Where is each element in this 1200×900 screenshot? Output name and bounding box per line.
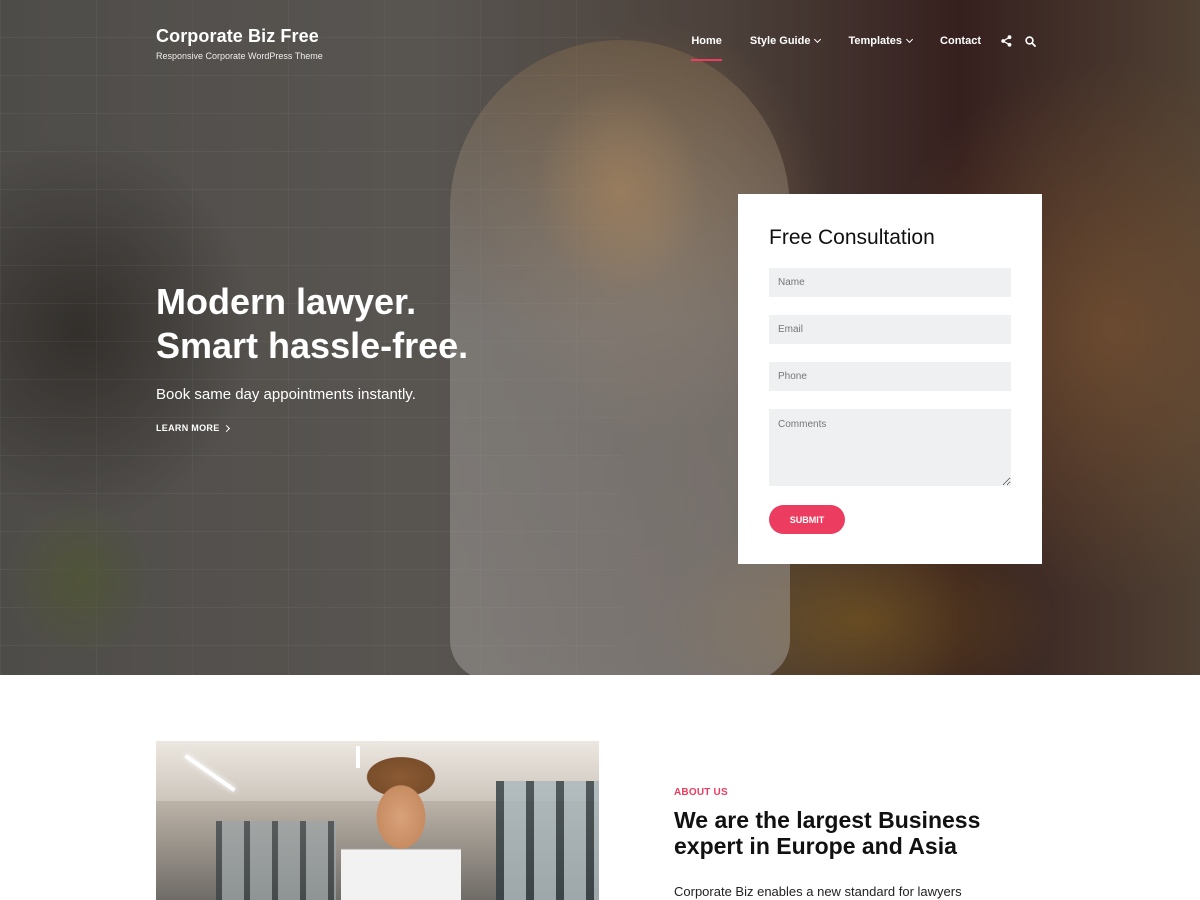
submit-button[interactable]: SUBMIT [769, 505, 845, 534]
main-nav: Home Style Guide Templates Contact [691, 35, 1036, 61]
about-image-light [356, 746, 360, 768]
comments-field[interactable] [769, 409, 1011, 486]
about-image-person [341, 755, 461, 900]
about-image [156, 741, 599, 900]
about-text: ABOUT US We are the largest Business exp… [674, 787, 1074, 899]
about-body: Corporate Biz enables a new standard for… [674, 884, 962, 899]
chevron-right-icon [222, 424, 230, 432]
about-section: ABOUT US We are the largest Business exp… [0, 675, 1200, 900]
name-field[interactable] [769, 268, 1011, 297]
site-tagline: Responsive Corporate WordPress Theme [156, 51, 323, 61]
hero-heading: Modern lawyer. Smart hassle-free. [156, 280, 576, 368]
about-image-window [216, 821, 336, 900]
about-heading: We are the largest Business expert in Eu… [674, 807, 981, 859]
hero-subheading: Book same day appointments instantly. [156, 386, 416, 403]
chevron-down-icon [814, 35, 822, 44]
hero-section: Corporate Biz Free Responsive Corporate … [0, 0, 1200, 675]
chevron-down-icon [906, 35, 914, 44]
hero-heading-line-2: Smart hassle-free. [156, 325, 469, 366]
consultation-form-title: Free Consultation [769, 226, 935, 249]
learn-more-label: LEARN MORE [156, 423, 220, 433]
nav-item-home[interactable]: Home [691, 35, 722, 61]
hero-heading-line-1: Modern lawyer. [156, 281, 417, 322]
site-title: Corporate Biz Free [156, 26, 319, 46]
nav-item-label: Style Guide [749, 35, 811, 47]
nav-item-contact[interactable]: Contact [940, 35, 981, 47]
nav-item-style-guide[interactable]: Style Guide [749, 35, 822, 47]
search-icon[interactable] [1025, 35, 1036, 47]
share-icon[interactable] [1001, 35, 1012, 47]
about-image-window [496, 781, 599, 900]
nav-item-templates[interactable]: Templates [848, 35, 914, 47]
phone-field[interactable] [769, 362, 1011, 391]
site-header: Corporate Biz Free Responsive Corporate … [0, 0, 1200, 90]
nav-item-label: Templates [848, 35, 903, 47]
site-brand[interactable]: Corporate Biz Free Responsive Corporate … [156, 26, 323, 61]
email-field[interactable] [769, 315, 1011, 344]
hero-content: Modern lawyer. Smart hassle-free. Book s… [156, 280, 576, 436]
learn-more-link[interactable]: LEARN MORE [156, 423, 230, 433]
about-kicker: ABOUT US [674, 787, 728, 798]
nav-item-label: Home [691, 35, 722, 47]
nav-item-label: Contact [940, 35, 981, 47]
consultation-form: Free Consultation SUBMIT [738, 194, 1042, 564]
